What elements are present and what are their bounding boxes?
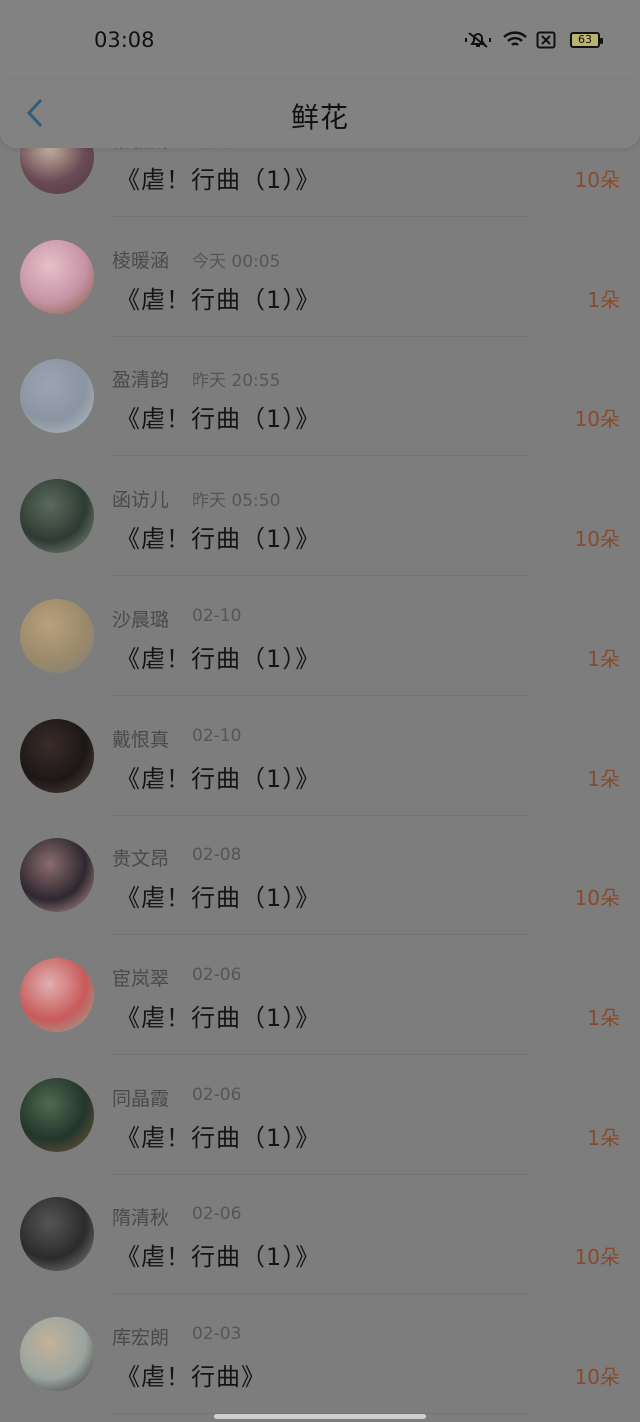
gift-date: 02-06 [192, 1084, 242, 1105]
flower-count: 10朵 [574, 1365, 620, 1389]
avatar[interactable] [20, 479, 94, 554]
divider [110, 335, 530, 337]
divider [110, 216, 530, 217]
divider [110, 1173, 530, 1175]
book-title: 《虐！行曲（1）》 [116, 1003, 321, 1032]
flower-count: 10朵 [574, 168, 620, 192]
divider [110, 575, 530, 577]
divider [110, 1293, 530, 1295]
gift-date: 02-10 [192, 605, 242, 626]
sender-name: 贵文昂 [112, 848, 170, 871]
sender-name: 盈清韵 [112, 369, 170, 392]
avatar[interactable] [20, 957, 94, 1032]
status-bar: 03:08 63 [0, 0, 640, 80]
book-title: 《虐！行曲（1）》 [116, 405, 321, 434]
sender-name: 沙晨璐 [112, 608, 170, 631]
battery-icon: 63 [570, 32, 603, 48]
status-time: 03:08 [94, 28, 155, 52]
list-item[interactable]: 秦毓妍今天 00:06《虐！行曲（1）》10朵 [0, 140, 640, 237]
flower-count: 1朵 [587, 1125, 620, 1150]
sender-name: 宦岚翠 [112, 967, 170, 990]
avatar[interactable] [20, 239, 94, 314]
sender-name: 函访儿 [112, 489, 170, 512]
list-item[interactable]: 沙晨璐 02-10 《虐！行曲（1）》 1朵 [0, 597, 640, 716]
book-title: 《虐！行曲（1）》 [116, 1123, 321, 1152]
gift-date: 今天 00:05 [192, 251, 281, 272]
avatar[interactable] [20, 838, 94, 913]
wifi-icon [503, 31, 527, 46]
list-item[interactable]: 隋清秋 02-06 《虐！行曲（1）》 10朵 [0, 1195, 640, 1314]
gift-date: 02-08 [192, 845, 242, 866]
book-title: 《虐！行曲（1）》 [116, 884, 321, 913]
list-item[interactable]: 宦岚翠 02-06 《虐！行曲（1）》 1朵 [0, 956, 640, 1075]
gift-date: 02-06 [192, 964, 242, 985]
avatar[interactable] [20, 718, 94, 793]
page-title: 鲜花 [290, 101, 349, 134]
flower-count: 1朵 [587, 766, 620, 791]
divider [110, 934, 530, 936]
book-title: 《虐！行曲（1）》 [116, 644, 321, 673]
flower-count: 1朵 [587, 646, 620, 671]
app-header: 鲜花 [0, 80, 640, 148]
book-title: 《虐！行曲（1）》 [116, 166, 321, 194]
avatar[interactable] [20, 598, 94, 673]
avatar[interactable] [20, 1197, 94, 1272]
home-indicator[interactable] [214, 1414, 426, 1419]
avatar[interactable] [20, 359, 94, 434]
list-item[interactable]: 库宏朗 02-03 《虐！行曲》 10朵 [0, 1315, 640, 1422]
divider [110, 455, 530, 457]
avatar[interactable] [20, 140, 94, 194]
flower-count: 1朵 [587, 1005, 620, 1030]
book-title: 《虐！行曲（1）》 [116, 1243, 321, 1272]
flower-list: 秦毓妍今天 00:06《虐！行曲（1）》10朵棱暖涵今天 00:05《虐！行曲（… [0, 140, 640, 1422]
divider [110, 1053, 530, 1055]
avatar[interactable] [20, 1317, 94, 1391]
list-item[interactable]: 盈清韵 昨天 20:55 《虐！行曲（1）》 10朵 [0, 357, 640, 476]
avatar[interactable] [20, 1077, 94, 1152]
gift-date: 昨天 05:50 [192, 491, 281, 512]
list-item[interactable]: 同晶霞 02-06 《虐！行曲（1）》 1朵 [0, 1076, 640, 1195]
sender-name: 隋清秋 [112, 1207, 170, 1230]
list-item[interactable]: 函访儿 昨天 05:50 《虐！行曲（1）》 10朵 [0, 477, 640, 596]
sender-name: 棱暖涵 [112, 249, 170, 272]
sender-name: 库宏朗 [112, 1327, 170, 1349]
book-title: 《虐！行曲（1）》 [116, 764, 321, 793]
gift-date: 02-10 [192, 725, 242, 746]
list-item[interactable]: 棱暖涵 今天 00:05 《虐！行曲（1）》 1朵 [0, 238, 640, 357]
list-item[interactable]: 贵文昂 02-08 《虐！行曲（1）》 10朵 [0, 836, 640, 955]
divider [110, 694, 530, 696]
book-title: 《虐！行曲（1）》 [116, 525, 321, 554]
flower-count: 10朵 [574, 527, 620, 552]
book-title: 《虐！行曲（1）》 [116, 285, 321, 314]
flower-count: 1朵 [587, 287, 620, 312]
sender-name: 戴恨真 [112, 728, 170, 751]
gift-date: 02-06 [192, 1204, 242, 1225]
gift-date: 昨天 20:55 [192, 371, 281, 392]
mute-bell-icon [465, 32, 491, 48]
flower-count: 10朵 [574, 407, 620, 432]
flower-count: 10朵 [574, 1245, 620, 1270]
divider [110, 814, 530, 816]
book-title: 《虐！行曲》 [116, 1363, 266, 1391]
flower-count: 10朵 [574, 886, 620, 911]
gift-date: 02-03 [192, 1324, 242, 1344]
sender-name: 同晶霞 [112, 1087, 170, 1110]
no-sim-icon [536, 31, 556, 49]
list-item[interactable]: 戴恨真 02-10 《虐！行曲（1）》 1朵 [0, 717, 640, 836]
